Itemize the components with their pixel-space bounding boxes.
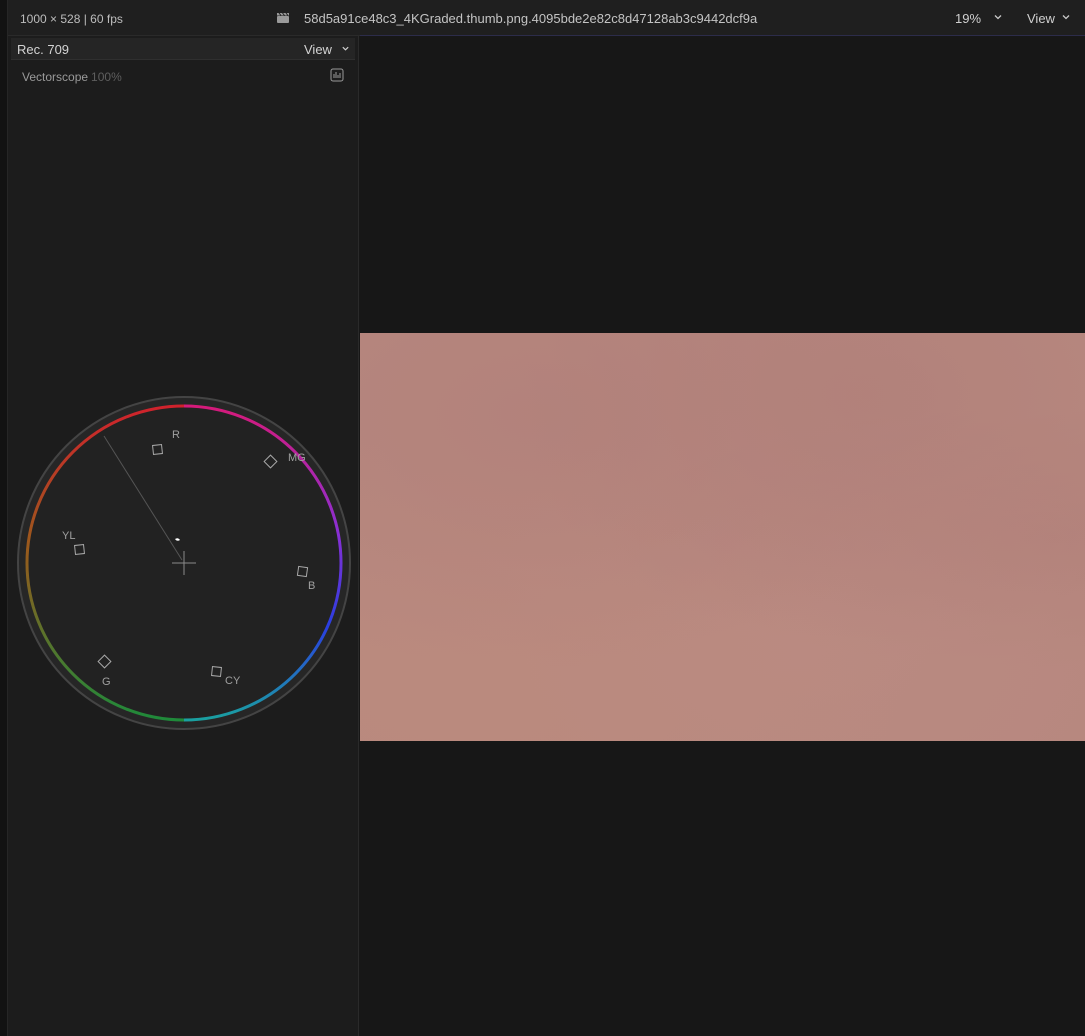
video-scopes-panel: Rec. 709 View Vectorscope 100% R MG B CY… <box>8 36 359 1036</box>
zoom-level-button[interactable]: 19% <box>955 11 981 26</box>
target-label-mg: MG <box>288 452 306 464</box>
scope-name: Vectorscope <box>22 70 89 84</box>
app-window: 1000 × 528 | 60 fps 58d5a91ce48c3_4KGrad… <box>0 0 1085 1036</box>
scope-scale: 100% <box>91 70 122 84</box>
chevron-down-icon[interactable] <box>1061 12 1071 22</box>
viewer-view-menu[interactable]: View <box>1027 11 1055 26</box>
target-label-b: B <box>308 580 315 592</box>
clapperboard-icon <box>277 12 289 23</box>
viewer-canvas[interactable] <box>359 36 1085 1036</box>
scope-title: Vectorscope 100% <box>22 70 122 84</box>
chevron-down-icon[interactable] <box>993 12 1003 22</box>
vectorscope-graph: R MG B CY G YL <box>17 396 351 730</box>
target-label-r: R <box>172 429 180 441</box>
viewer-top-bar: 1000 × 528 | 60 fps 58d5a91ce48c3_4KGrad… <box>0 0 1085 36</box>
scope-view-menu[interactable]: View <box>304 42 332 57</box>
video-frame[interactable] <box>360 333 1085 741</box>
target-label-g: G <box>102 676 111 688</box>
target-label-cy: CY <box>225 675 241 687</box>
color-standard-label: Rec. 709 <box>17 42 70 57</box>
scope-settings-icon[interactable] <box>330 68 344 82</box>
target-label-yl: YL <box>62 530 75 542</box>
clip-format-info: 1000 × 528 | 60 fps <box>20 12 123 26</box>
chevron-down-icon[interactable] <box>341 44 350 53</box>
scope-header: Rec. 709 View <box>11 38 355 60</box>
clip-name: 58d5a91ce48c3_4KGraded.thumb.png.4095bde… <box>304 11 758 26</box>
left-edge-strip <box>0 0 8 1036</box>
